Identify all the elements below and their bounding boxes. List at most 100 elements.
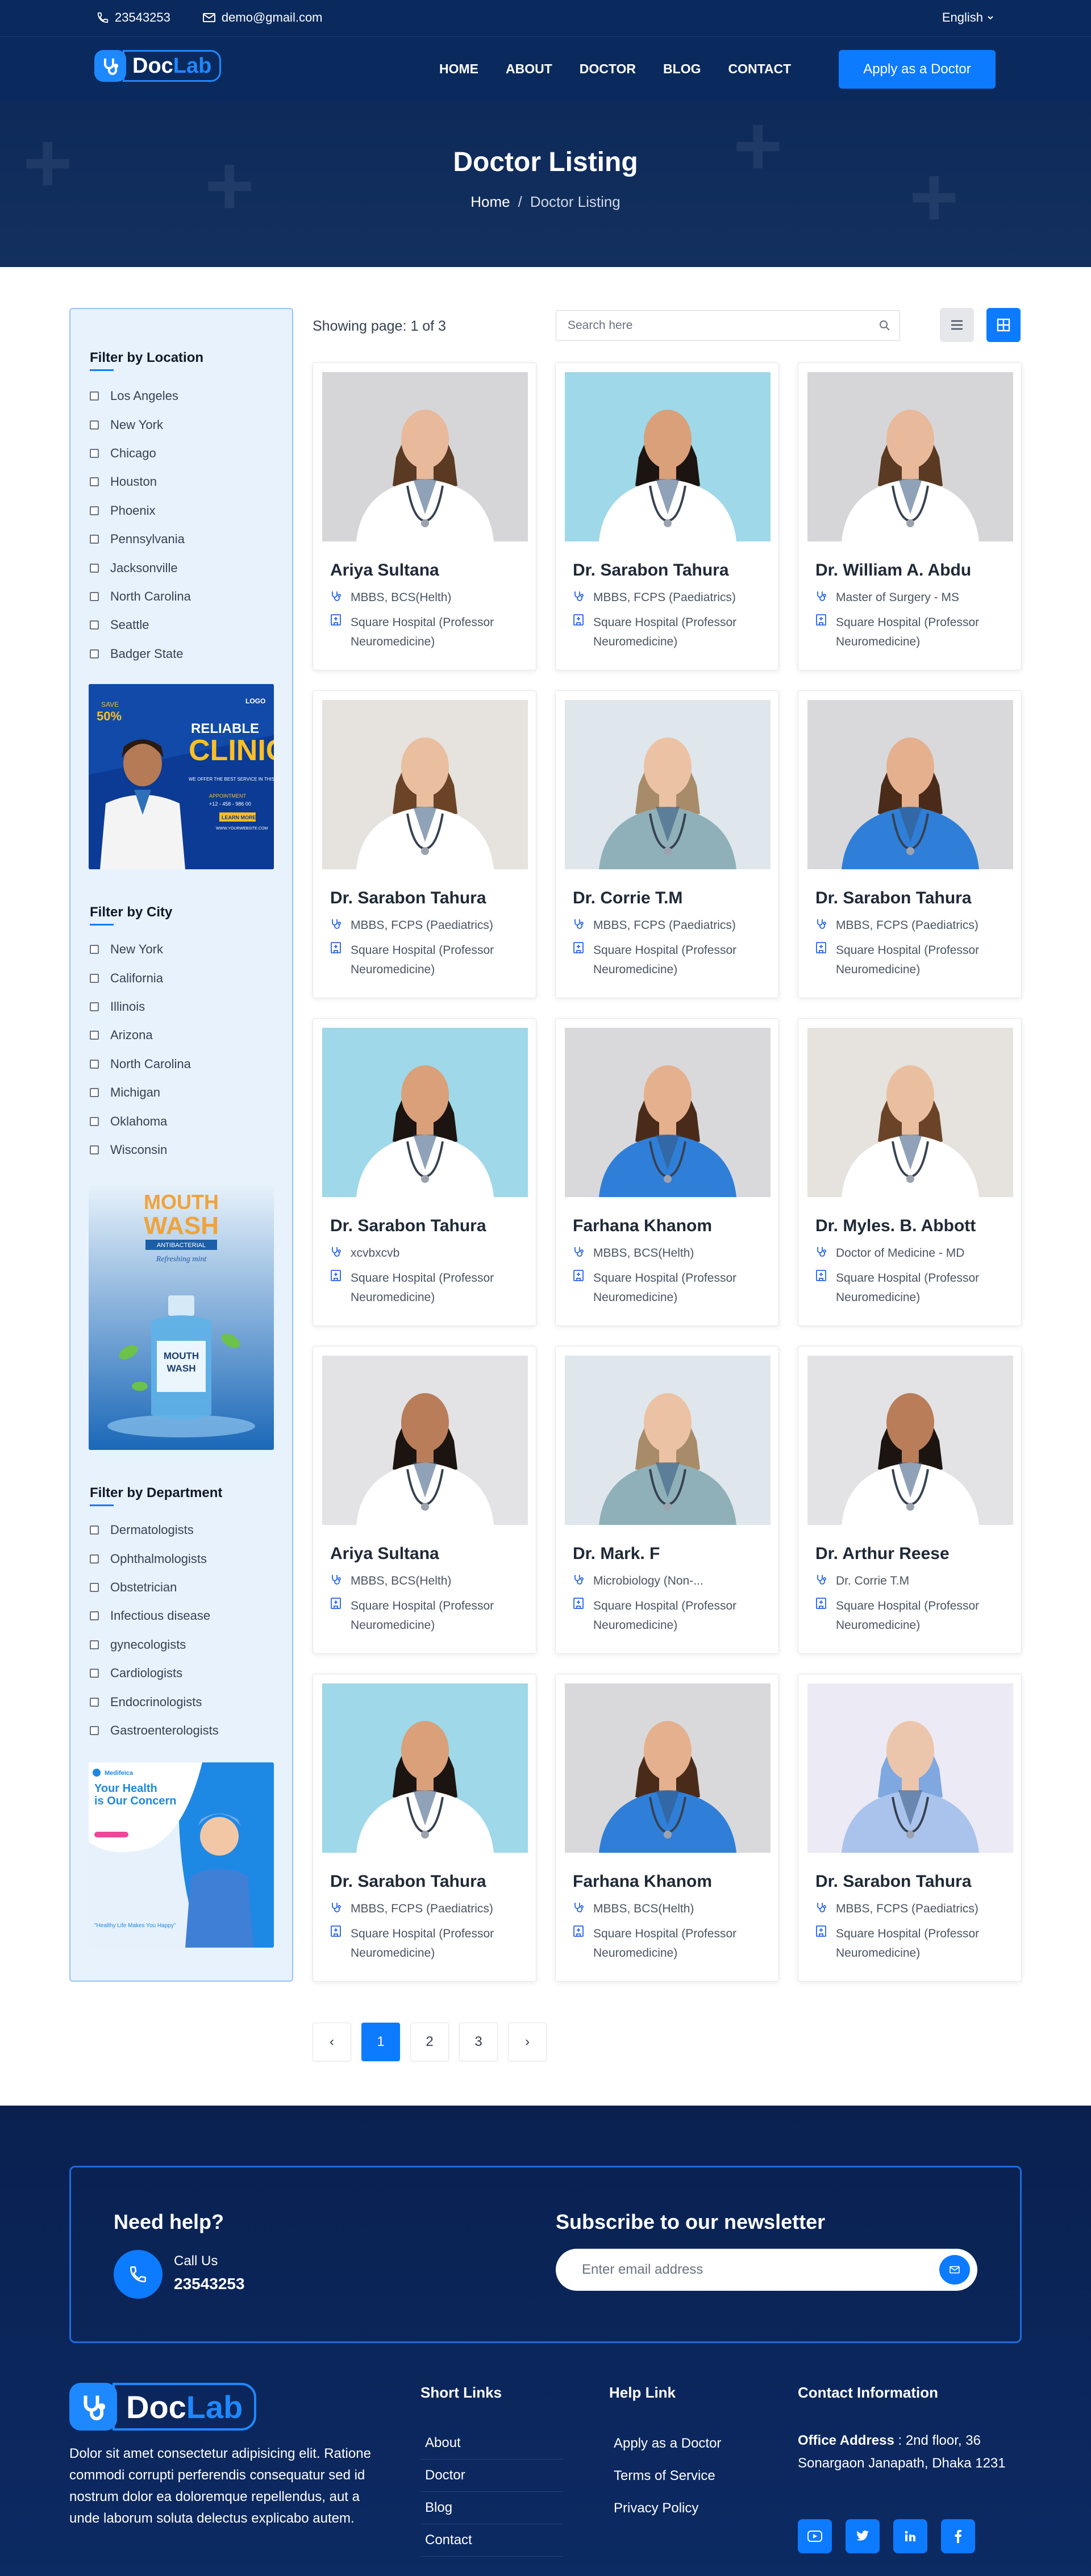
doctor-photo[interactable] [807,1028,1013,1197]
location-filter-option[interactable]: Pennsylvania [90,525,191,553]
doctor-name[interactable]: Dr. Arthur Reese [815,1544,950,1564]
doctor-name[interactable]: Farhana Khanom [573,1216,712,1236]
location-filter-option[interactable]: North Carolina [90,582,191,611]
department-filter-option[interactable]: Dermatologists [90,1516,219,1544]
doctor-photo[interactable] [322,700,528,869]
page-2-button[interactable]: 2 [410,2023,449,2061]
subscribe-button[interactable] [938,2253,972,2286]
call-button[interactable] [114,2250,163,2299]
checkbox[interactable] [90,1116,99,1126]
checkbox[interactable] [90,1611,99,1621]
checkbox[interactable] [90,1554,99,1564]
doctor-card[interactable]: Dr. Myles. B. Abbott Doctor of Medicine -… [798,1018,1022,1326]
doctor-name[interactable]: Dr. Sarabon Tahura [330,1216,486,1236]
doctor-photo[interactable] [565,1356,771,1525]
doctor-photo[interactable] [807,372,1013,541]
checkbox[interactable] [90,945,99,954]
city-filter-option[interactable]: North Carolina [90,1050,191,1078]
department-filter-option[interactable]: Gastroenterologists [90,1716,219,1745]
doctor-name[interactable]: Ariya Sultana [330,561,439,580]
checkbox[interactable] [90,1059,99,1069]
city-filter-option[interactable]: Oklahoma [90,1107,191,1135]
nav-doctor[interactable]: DOCTOR [580,61,636,77]
checkbox[interactable] [90,391,99,401]
checkbox[interactable] [90,1640,99,1649]
doctor-name[interactable]: Farhana Khanom [573,1872,712,1891]
site-logo[interactable]: Doc Lab [94,50,222,82]
checkbox[interactable] [90,448,99,458]
linkedin-icon[interactable] [893,2519,927,2553]
footer-link-apply[interactable]: Apply as a Doctor [609,2427,757,2460]
checkbox[interactable] [90,563,99,573]
doctor-card[interactable]: Ariya Sultana MBBS, BCS(Helth) Square Hosp… [313,1346,536,1654]
health-ad-banner[interactable]: Medifeica Your Health is Our Concern "He… [89,1762,274,1948]
newsletter-email-input[interactable]: Enter email address [556,2249,977,2291]
footer-link-privacy[interactable]: Privacy Policy [609,2492,757,2524]
apply-as-doctor-button[interactable]: Apply as a Doctor [839,50,996,89]
checkbox[interactable] [90,1669,99,1678]
city-filter-option[interactable]: California [90,964,191,992]
location-filter-option[interactable]: Seattle [90,611,191,639]
doctor-card[interactable]: Dr. Sarabon Tahura MBBS, FCPS (Paediatric… [313,1674,536,1982]
location-filter-option[interactable]: New York [90,410,191,439]
checkbox[interactable] [90,1088,99,1098]
checkbox[interactable] [90,1725,99,1735]
checkbox[interactable] [90,591,99,601]
clinic-ad-banner[interactable]: SAVE 50% LOGO RELIABLE CLINIC WE OFFER T… [89,684,274,869]
doctor-card[interactable]: Dr. Arthur Reese Dr. Corrie T.M Square Hos… [798,1346,1022,1654]
language-selector[interactable]: English [942,10,994,25]
next-page-button[interactable]: › [508,2023,547,2061]
doctor-card[interactable]: Ariya Sultana MBBS, BCS(Helth) Square Hosp… [313,362,536,670]
department-filter-option[interactable]: Cardiologists [90,1659,219,1687]
doctor-card[interactable]: Dr. William A. Abdu Master of Surgery - M… [798,362,1022,670]
footer-link-terms[interactable]: Terms of Service [609,2460,757,2492]
facebook-icon[interactable] [941,2519,975,2553]
nav-home[interactable]: HOME [439,61,478,77]
footer-logo[interactable]: Doc Lab [69,2383,257,2431]
call-number[interactable]: 23543253 [174,2275,245,2293]
checkbox[interactable] [90,477,99,487]
nav-blog[interactable]: BLOG [663,61,701,77]
nav-about[interactable]: ABOUT [506,61,552,77]
doctor-name[interactable]: Dr. Sarabon Tahura [573,561,729,580]
doctor-name[interactable]: Dr. Sarabon Tahura [330,889,486,908]
checkbox[interactable] [90,420,99,430]
list-view-button[interactable] [940,308,974,342]
city-filter-option[interactable]: New York [90,935,191,964]
location-filter-option[interactable]: Phoenix [90,497,191,525]
doctor-card[interactable]: Dr. Sarabon Tahura MBBS, FCPS (Paediatric… [798,690,1022,998]
checkbox[interactable] [90,1031,99,1040]
doctor-name[interactable]: Dr. Corrie T.M [573,889,682,908]
department-filter-option[interactable]: Infectious disease [90,1602,219,1630]
doctor-photo[interactable] [322,1028,528,1197]
doctor-card[interactable]: Dr. Sarabon Tahura MBBS, FCPS (Paediatric… [555,362,779,670]
checkbox[interactable] [90,1145,99,1154]
search-input[interactable]: Search here [556,310,900,341]
doctor-name[interactable]: Dr. Sarabon Tahura [815,889,972,908]
youtube-icon[interactable] [798,2519,832,2553]
location-filter-option[interactable]: Jacksonville [90,553,191,582]
page-3-button[interactable]: 3 [459,2023,498,2061]
city-filter-option[interactable]: Arizona [90,1021,191,1049]
twitter-icon[interactable] [846,2519,880,2553]
city-filter-option[interactable]: Michigan [90,1078,191,1107]
grid-view-button[interactable] [986,308,1021,342]
city-filter-option[interactable]: Wisconsin [90,1136,191,1164]
location-filter-option[interactable]: Houston [90,468,191,496]
doctor-photo[interactable] [322,1356,528,1525]
doctor-name[interactable]: Dr. Sarabon Tahura [330,1872,486,1891]
checkbox[interactable] [90,620,99,630]
doctor-card[interactable]: Farhana Khanom MBBS, BCS(Helth) Square Hos… [555,1674,779,1982]
page-1-button[interactable]: 1 [361,2023,400,2061]
department-filter-option[interactable]: gynecologists [90,1631,219,1659]
doctor-photo[interactable] [322,372,528,541]
checkbox[interactable] [90,649,99,658]
search-icon[interactable] [878,319,892,332]
doctor-name[interactable]: Dr. William A. Abdu [815,561,971,580]
checkbox[interactable] [90,1697,99,1707]
doctor-photo[interactable] [807,1356,1013,1525]
phone-contact[interactable]: 23543253 [97,10,170,25]
doctor-name[interactable]: Dr. Myles. B. Abbott [815,1216,976,1236]
doctor-photo[interactable] [322,1683,528,1853]
checkbox[interactable] [90,1582,99,1592]
